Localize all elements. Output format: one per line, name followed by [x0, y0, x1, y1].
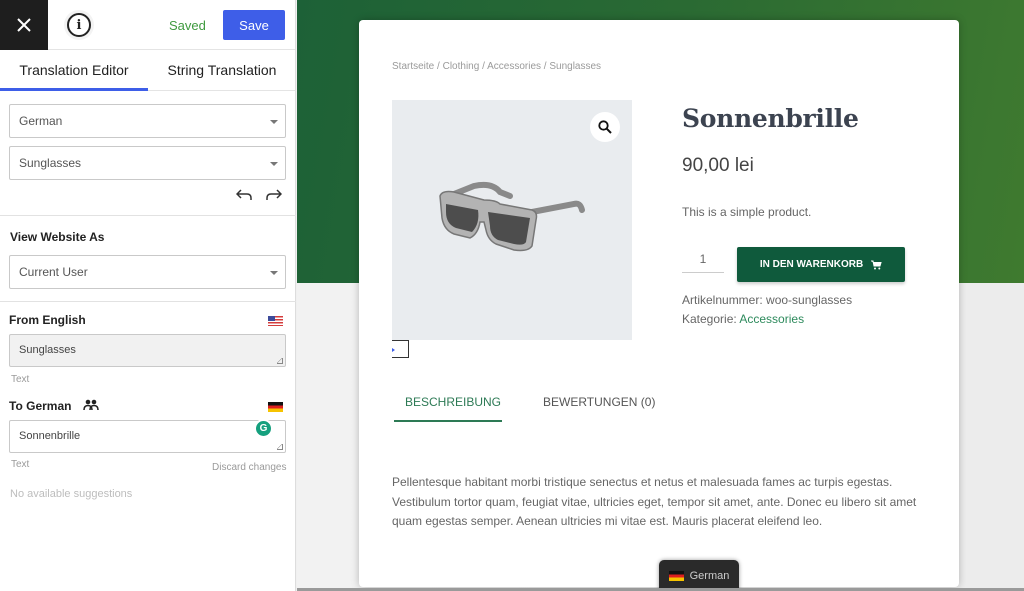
resize-handle[interactable] — [277, 444, 283, 450]
tab-reviews[interactable]: BEWERTUNGEN (0) — [543, 395, 655, 409]
suggestions-empty-text: No available suggestions — [10, 488, 133, 500]
product-sku: Artikelnummer: woo-sunglasses — [682, 293, 852, 307]
tab-string-translation[interactable]: String Translation — [148, 50, 296, 90]
close-button[interactable] — [0, 0, 48, 50]
add-to-cart-button[interactable]: IN DEN WARENKORB — [737, 247, 905, 282]
grammarly-icon[interactable]: G — [256, 421, 271, 436]
translation-sidebar: i Saved Save Translation Editor String T… — [0, 0, 296, 591]
chevron-down-icon — [270, 271, 278, 275]
chevron-down-icon — [270, 162, 278, 166]
product-category: Kategorie: Accessories — [682, 312, 804, 326]
product-price: 90,00 lei — [682, 155, 754, 176]
gallery-thumbnail-nav[interactable] — [392, 340, 409, 358]
undo-icon — [235, 189, 252, 200]
redo-icon — [266, 189, 283, 200]
string-select[interactable]: Sunglasses — [9, 146, 286, 180]
target-type-label: Text — [11, 459, 30, 470]
breadcrumb-separator: / — [479, 61, 488, 72]
us-flag-icon — [268, 316, 283, 326]
breadcrumb: Startseite / Clothing / Accessories / Su… — [392, 61, 601, 72]
sku-label: Artikelnummer: — [682, 293, 763, 307]
language-switcher-label: German — [689, 569, 730, 582]
product-description: Pellentesque habitant morbi tristique se… — [392, 475, 917, 528]
german-flag-icon — [268, 402, 283, 412]
view-as-select[interactable]: Current User — [9, 255, 286, 289]
source-type-label: Text — [11, 374, 30, 385]
source-text-value: Sunglasses — [19, 344, 76, 356]
product-title: Sonnenbrille — [682, 104, 859, 133]
source-text-field: Sunglasses — [9, 334, 286, 367]
translation-text-field[interactable]: Sonnenbrille — [9, 420, 286, 453]
tab-translation-editor[interactable]: Translation Editor — [0, 50, 148, 91]
string-select-value: Sunglasses — [19, 156, 82, 170]
redo-button[interactable] — [266, 188, 283, 206]
breadcrumb-item-home[interactable]: Startseite — [392, 61, 434, 72]
saved-status: Saved — [169, 18, 206, 33]
language-select[interactable]: German — [9, 104, 286, 138]
sidebar-topbar: i Saved Save — [0, 0, 295, 50]
breadcrumb-item-clothing[interactable]: Clothing — [443, 61, 480, 72]
product-card: Startseite / Clothing / Accessories / Su… — [359, 20, 959, 587]
info-button[interactable]: i — [67, 13, 91, 37]
breadcrumb-item-current: Sunglasses — [549, 61, 602, 72]
sku-value: woo-sunglasses — [766, 293, 853, 307]
info-icon: i — [76, 17, 82, 33]
active-tab-indicator — [394, 420, 502, 422]
category-label: Kategorie: — [682, 312, 737, 326]
product-image[interactable] — [392, 100, 632, 340]
divider — [0, 301, 296, 302]
zoom-image-button[interactable] — [590, 112, 620, 142]
language-select-value: German — [19, 114, 63, 128]
undo-button[interactable] — [235, 188, 252, 206]
product-short-description: This is a simple product. — [682, 205, 812, 219]
resize-handle[interactable] — [277, 358, 283, 364]
german-flag-icon — [668, 570, 684, 581]
divider — [0, 215, 296, 216]
website-preview: Startseite / Clothing / Accessories / Su… — [297, 0, 1024, 591]
target-language-title: To German — [9, 399, 72, 413]
breadcrumb-separator: / — [434, 61, 443, 72]
magnifier-icon — [598, 120, 612, 134]
chevron-down-icon — [270, 120, 278, 124]
add-to-cart-label: IN DEN WARENKORB — [759, 259, 864, 270]
users-icon — [83, 399, 99, 411]
quantity-input[interactable]: 1 — [682, 248, 724, 273]
source-language-title: From English — [9, 313, 86, 327]
category-link[interactable]: Accessories — [739, 312, 804, 326]
translation-text-value: Sonnenbrille — [19, 430, 81, 442]
discard-changes-link[interactable]: Discard changes — [212, 462, 286, 473]
view-as-value: Current User — [19, 265, 88, 279]
cart-icon — [871, 260, 882, 269]
tab-description[interactable]: BESCHREIBUNG — [405, 395, 501, 409]
save-button[interactable]: Save — [223, 10, 285, 40]
view-as-title: View Website As — [10, 230, 105, 244]
sidebar-tabs: Translation Editor String Translation — [0, 50, 295, 91]
language-switcher[interactable]: German — [659, 560, 739, 591]
close-icon — [17, 18, 31, 32]
breadcrumb-item-accessories[interactable]: Accessories — [487, 61, 541, 72]
